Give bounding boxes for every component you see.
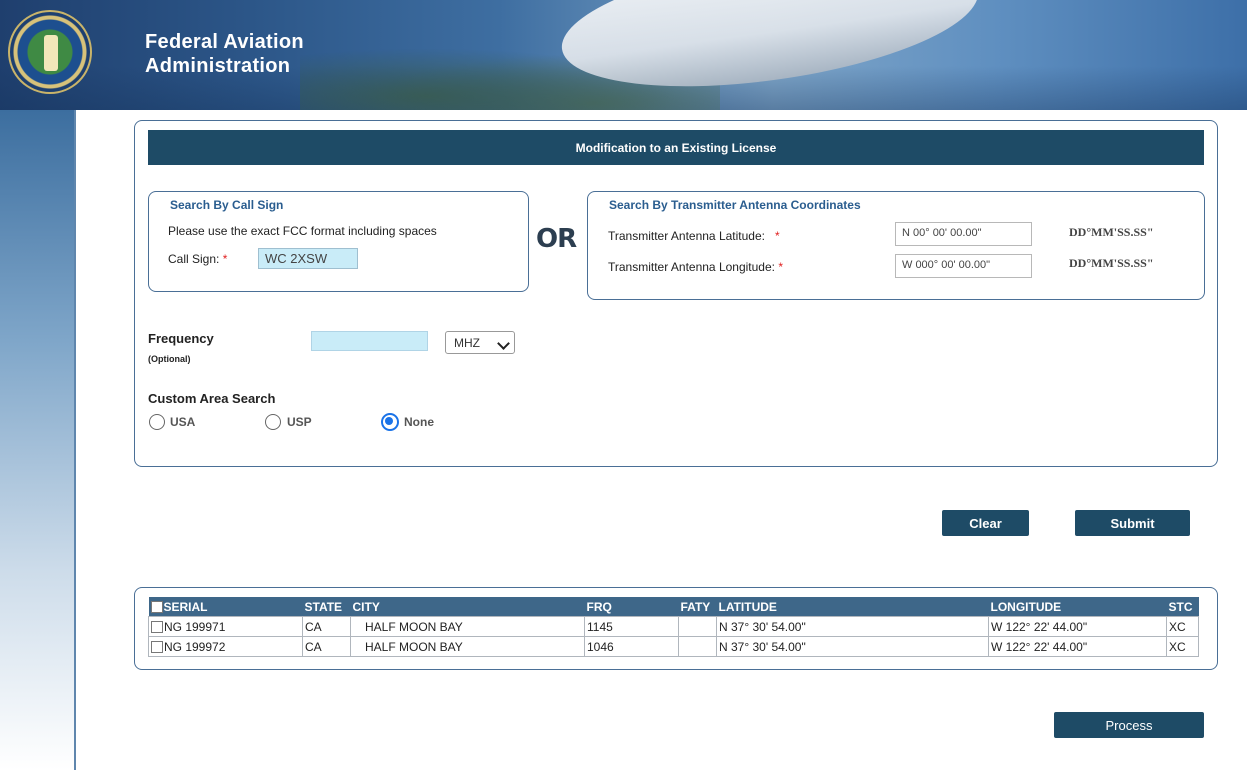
column-header-frq[interactable]: FRQ <box>584 597 679 617</box>
column-header-stc[interactable]: STC <box>1166 597 1199 617</box>
cell-city: HALF MOON BAY <box>350 636 585 657</box>
longitude-label: Transmitter Antenna Longitude: <box>608 260 775 274</box>
submit-button[interactable]: Submit <box>1075 510 1190 536</box>
select-all-checkbox[interactable] <box>150 601 163 614</box>
frequency-label: Frequency <box>148 331 214 346</box>
latitude-label-row: Transmitter Antenna Latitude: * <box>608 229 780 243</box>
cell-latitude: N 37° 30' 54.00" <box>716 636 989 657</box>
call-sign-label-row: Call Sign: * <box>168 252 227 266</box>
column-header-serial[interactable]: SERIAL <box>148 597 303 617</box>
chevron-down-icon <box>497 337 510 350</box>
frequency-unit-select[interactable]: MHZ <box>445 331 515 354</box>
cell-latitude: N 37° 30' 54.00" <box>716 616 989 637</box>
longitude-label-row: Transmitter Antenna Longitude: * <box>608 260 783 274</box>
site-header: Federal Aviation Administration <box>0 0 1247 110</box>
process-button[interactable]: Process <box>1054 712 1204 738</box>
table-row[interactable]: NG 199972 CA HALF MOON BAY 1046 N 37° 30… <box>148 636 1199 657</box>
agency-title-line1: Federal Aviation <box>145 31 304 53</box>
or-separator: OR <box>536 224 577 254</box>
required-marker: * <box>778 260 784 274</box>
sidebar-divider <box>74 110 76 770</box>
radio-usa[interactable] <box>149 414 165 430</box>
left-sidebar <box>0 110 76 770</box>
frequency-optional-note: (Optional) <box>148 354 191 364</box>
call-sign-hint: Please use the exact FCC format includin… <box>168 224 437 238</box>
column-header-state[interactable]: STATE <box>302 597 351 617</box>
coordinates-box-title: Search By Transmitter Antenna Coordinate… <box>609 198 861 212</box>
cell-stc: XC <box>1166 636 1199 657</box>
call-sign-input[interactable]: WC 2XSW <box>258 248 358 269</box>
cell-longitude: W 122° 22' 44.00" <box>988 616 1167 637</box>
required-marker: * <box>222 252 228 266</box>
radio-none-label[interactable]: None <box>404 415 434 429</box>
cell-faty <box>678 616 717 637</box>
agency-title[interactable]: Federal Aviation Administration <box>145 30 304 78</box>
cell-frq: 1145 <box>584 616 679 637</box>
longitude-input[interactable]: W 000° 00' 00.00" <box>895 254 1032 278</box>
frequency-input[interactable] <box>311 331 428 351</box>
column-header-latitude[interactable]: LATITUDE <box>716 597 989 617</box>
cell-state: CA <box>302 636 351 657</box>
latitude-label: Transmitter Antenna Latitude: <box>608 229 765 243</box>
row-checkbox[interactable] <box>151 621 163 634</box>
cell-faty <box>678 636 717 657</box>
frequency-unit-value: MHZ <box>454 335 480 350</box>
cell-serial: NG 199972 <box>148 636 303 657</box>
call-sign-label: Call Sign: <box>168 252 220 266</box>
row-checkbox[interactable] <box>151 641 163 654</box>
faa-seal-emblem <box>44 35 58 71</box>
longitude-format-hint: DD°MM'SS.SS" <box>1069 256 1154 270</box>
cell-city: HALF MOON BAY <box>350 616 585 637</box>
custom-area-label: Custom Area Search <box>148 391 276 406</box>
required-marker: * <box>775 229 780 243</box>
faa-seal-logo[interactable] <box>8 10 92 94</box>
latitude-format-hint: DD°MM'SS.SS" <box>1069 225 1154 239</box>
cell-state: CA <box>302 616 351 637</box>
radio-usa-label[interactable]: USA <box>170 415 195 429</box>
column-header-city[interactable]: CITY <box>350 597 585 617</box>
call-sign-box-title: Search By Call Sign <box>170 198 284 212</box>
latitude-input[interactable]: N 00° 00' 00.00" <box>895 222 1032 246</box>
clear-button[interactable]: Clear <box>942 510 1029 536</box>
column-header-faty[interactable]: FATY <box>678 597 717 617</box>
table-header-row: SERIAL STATE CITY FRQ FATY LATITUDE LONG… <box>148 597 1199 617</box>
cell-frq: 1046 <box>584 636 679 657</box>
radio-none[interactable] <box>381 413 399 431</box>
column-header-longitude[interactable]: LONGITUDE <box>988 597 1167 617</box>
table-row[interactable]: NG 199971 CA HALF MOON BAY 1145 N 37° 30… <box>148 616 1199 637</box>
cell-serial: NG 199971 <box>148 616 303 637</box>
form-title: Modification to an Existing License <box>148 130 1204 165</box>
radio-usp[interactable] <box>265 414 281 430</box>
cell-stc: XC <box>1166 616 1199 637</box>
agency-title-line2: Administration <box>145 55 291 77</box>
cell-longitude: W 122° 22' 44.00" <box>988 636 1167 657</box>
radio-usp-label[interactable]: USP <box>287 415 312 429</box>
results-table: SERIAL STATE CITY FRQ FATY LATITUDE LONG… <box>148 597 1199 657</box>
